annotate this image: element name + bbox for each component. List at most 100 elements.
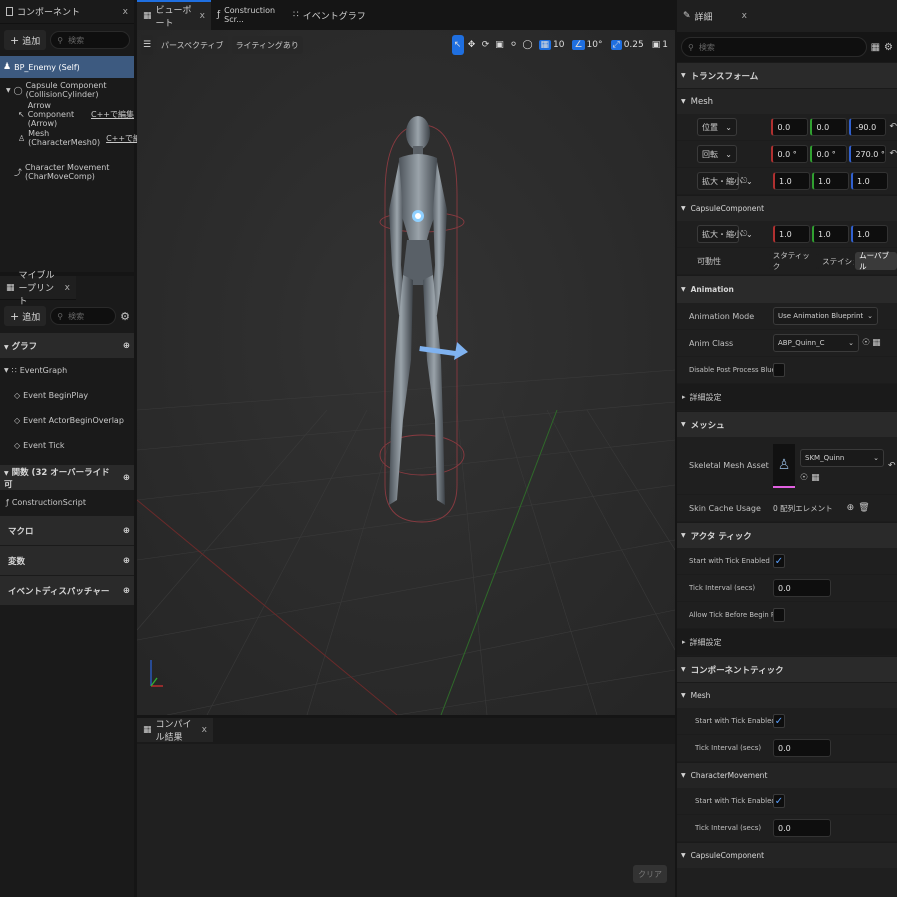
scale-icon[interactable]: ▣ bbox=[494, 35, 506, 55]
reset-icon[interactable]: ↶ bbox=[888, 461, 896, 471]
find-in-browser-icon[interactable]: ▦ bbox=[872, 338, 881, 348]
start-tick-checkbox[interactable]: ✓ bbox=[773, 554, 785, 568]
property-matrix-icon[interactable]: ▦ bbox=[871, 42, 880, 53]
mesh-subsection[interactable]: ▼ Mesh bbox=[677, 88, 897, 114]
reset-icon[interactable]: ↶ bbox=[889, 122, 897, 132]
rotation-x-field[interactable]: 0.0 ° bbox=[771, 145, 809, 163]
rotation-y-field[interactable]: 0.0 ° bbox=[810, 145, 848, 163]
transform-section[interactable]: ▼ トランスフォーム bbox=[677, 62, 897, 88]
tab-viewport[interactable]: ▦ ビューポート x bbox=[137, 0, 211, 30]
location-x-field[interactable]: 0.0 bbox=[771, 118, 809, 136]
section-macros[interactable]: マクロ ⊕ bbox=[0, 515, 134, 545]
scale-dropdown[interactable]: 拡大・縮小 ⌄ bbox=[697, 225, 753, 243]
location-y-field[interactable]: 0.0 bbox=[810, 118, 848, 136]
event-item[interactable]: ◇ Event BeginPlay bbox=[0, 383, 134, 408]
surface-snap-icon[interactable]: ◯ bbox=[522, 35, 534, 55]
ct-charmove-subsection[interactable]: ▼ CharacterMovement bbox=[677, 762, 897, 788]
tree-item-self[interactable]: ♟ BP_Enemy (Self) bbox=[0, 56, 134, 78]
details-search-input[interactable]: ⚲ 検索 bbox=[681, 37, 867, 57]
ct-mesh-subsection[interactable]: ▼ Mesh bbox=[677, 682, 897, 708]
ct-mesh-start-checkbox[interactable]: ✓ bbox=[773, 714, 785, 728]
mobility-static-button[interactable]: スタティック bbox=[768, 251, 818, 271]
ct-mesh-interval-field[interactable]: 0.0 bbox=[773, 739, 831, 757]
event-item[interactable]: ◇ Event Tick bbox=[0, 433, 134, 458]
add-member-button[interactable]: + 追加 bbox=[4, 306, 47, 326]
tree-item-arrow[interactable]: ↖ Arrow Component (Arrow) C++で編集 bbox=[0, 101, 134, 128]
mesh-section[interactable]: ▼ メッシュ bbox=[677, 411, 897, 437]
component-tick-section[interactable]: ▼ コンポーネントティック bbox=[677, 656, 897, 682]
add-variable-icon[interactable]: ⊕ bbox=[123, 556, 130, 566]
skeletal-mesh-dropdown[interactable]: SKM_Quinn ⌄ bbox=[800, 448, 884, 467]
tab-myblueprint[interactable]: ▦ マイブループリント x bbox=[0, 271, 76, 307]
capsule-scale-y-field[interactable]: 1.0 bbox=[812, 225, 849, 243]
section-variables[interactable]: 変数 ⊕ bbox=[0, 545, 134, 575]
lock-icon[interactable]: ⎋ bbox=[741, 176, 747, 186]
scale-dropdown[interactable]: 拡大・縮小 ⌄ bbox=[697, 172, 753, 190]
ct-cm-start-checkbox[interactable]: ✓ bbox=[773, 794, 785, 808]
tree-item-mesh[interactable]: ♙ Mesh (CharacterMesh0) C++で編集 bbox=[0, 126, 149, 150]
section-functions[interactable]: ▼ 関数 (32 オーバーライド可 ⊕ bbox=[0, 464, 134, 490]
disable-pp-checkbox[interactable] bbox=[773, 363, 785, 377]
scale-y-field[interactable]: 1.0 bbox=[812, 172, 849, 190]
close-icon[interactable]: x bbox=[200, 11, 205, 21]
capsule-subsection[interactable]: ▼ CapsuleComponent bbox=[677, 195, 897, 221]
edit-in-cpp-link[interactable]: C++で編集 bbox=[91, 109, 134, 120]
perspective-button[interactable]: パースペクティブ bbox=[157, 36, 228, 54]
find-in-browser-icon[interactable]: ▦ bbox=[811, 473, 820, 483]
capsule-scale-x-field[interactable]: 1.0 bbox=[773, 225, 810, 243]
capsule-scale-z-field[interactable]: 1.0 bbox=[851, 225, 888, 243]
anim-class-dropdown[interactable]: ABP_Quinn_C ⌄ bbox=[773, 334, 859, 352]
add-function-icon[interactable]: ⊕ bbox=[123, 473, 130, 483]
browse-icon[interactable]: ☉ bbox=[862, 338, 870, 348]
advanced-expander[interactable]: ▸ 詳細設定 bbox=[677, 384, 897, 411]
event-graph-item[interactable]: ▼ ∷ EventGraph bbox=[0, 358, 134, 383]
viewport[interactable]: ☰ パースペクティブ ライティングあり ↖ ✥ ⟳ ▣ ⚪ ◯ ▦ 10 ∠ 10°… bbox=[137, 30, 675, 715]
close-icon[interactable]: x bbox=[202, 725, 207, 735]
add-component-button[interactable]: + 追加 bbox=[4, 30, 47, 50]
advanced-expander-2[interactable]: ▸ 詳細設定 bbox=[677, 629, 897, 656]
rotation-snap-toggle[interactable]: ∠ 10° bbox=[569, 35, 605, 55]
animation-section[interactable]: ▼ Animation bbox=[677, 275, 897, 303]
add-dispatcher-icon[interactable]: ⊕ bbox=[123, 586, 130, 596]
add-graph-icon[interactable]: ⊕ bbox=[123, 341, 130, 351]
clear-button[interactable]: クリア bbox=[633, 865, 667, 883]
rotation-dropdown[interactable]: 回転 ⌄ bbox=[697, 145, 737, 163]
lock-icon[interactable]: ⎋ bbox=[741, 229, 747, 239]
translate-icon[interactable]: ✥ bbox=[466, 35, 478, 55]
close-icon[interactable]: x bbox=[742, 11, 747, 21]
close-icon[interactable]: x bbox=[65, 283, 70, 293]
tab-construction-script[interactable]: ƒ Construction Scr... bbox=[211, 0, 287, 30]
myblueprint-search-input[interactable]: ⚲ 検索 bbox=[50, 307, 117, 325]
tab-event-graph[interactable]: ∷ イベントグラフ bbox=[287, 0, 372, 30]
section-graph[interactable]: ▼ グラフ ⊕ bbox=[0, 332, 134, 358]
scale-z-field[interactable]: 1.0 bbox=[851, 172, 888, 190]
settings-gear-icon[interactable]: ⚙ bbox=[884, 42, 893, 53]
reset-icon[interactable]: ↶ bbox=[889, 149, 897, 159]
camera-speed-button[interactable]: ▣ 1 bbox=[649, 35, 671, 55]
allow-tick-checkbox[interactable] bbox=[773, 608, 785, 622]
scale-x-field[interactable]: 1.0 bbox=[773, 172, 810, 190]
construction-script-item[interactable]: ƒ ConstructionScript bbox=[0, 490, 134, 515]
settings-gear-icon[interactable]: ⚙ bbox=[120, 310, 130, 323]
add-macro-icon[interactable]: ⊕ bbox=[123, 526, 130, 536]
trash-icon[interactable]: 🗑 bbox=[858, 503, 869, 513]
rotation-z-field[interactable]: 270.0 ° bbox=[849, 145, 887, 163]
anim-mode-dropdown[interactable]: Use Animation Blueprint ⌄ bbox=[773, 307, 879, 325]
ct-cm-interval-field[interactable]: 0.0 bbox=[773, 819, 831, 837]
section-dispatchers[interactable]: イベントディスパッチャー ⊕ bbox=[0, 575, 134, 605]
tree-item-charmove[interactable]: ⤴ Character Movement (CharMoveComp) bbox=[0, 160, 134, 184]
tab-compile-results[interactable]: ▦ コンパイル結果 x bbox=[137, 718, 213, 743]
scale-snap-toggle[interactable]: ⤢ 0.25 bbox=[608, 35, 647, 55]
world-local-icon[interactable]: ⚪ bbox=[508, 35, 520, 55]
mobility-movable-button[interactable]: ムーバブル bbox=[855, 251, 897, 271]
location-dropdown[interactable]: 位置 ⌄ bbox=[697, 118, 737, 136]
location-z-field[interactable]: -90.0 bbox=[849, 118, 887, 136]
actor-tick-section[interactable]: ▼ アクタ ティック bbox=[677, 522, 897, 548]
skeletal-mesh-thumbnail[interactable]: ♙ bbox=[773, 443, 795, 488]
lighting-button[interactable]: ライティングあり bbox=[231, 36, 303, 54]
ct-capsule-subsection[interactable]: ▼ CapsuleComponent bbox=[677, 842, 897, 868]
tick-interval-field[interactable]: 0.0 bbox=[773, 579, 831, 597]
rotate-icon[interactable]: ⟳ bbox=[480, 35, 492, 55]
event-item[interactable]: ◇ Event ActorBeginOverlap bbox=[0, 408, 134, 433]
expand-arrow-icon[interactable]: ▼ bbox=[6, 87, 11, 94]
